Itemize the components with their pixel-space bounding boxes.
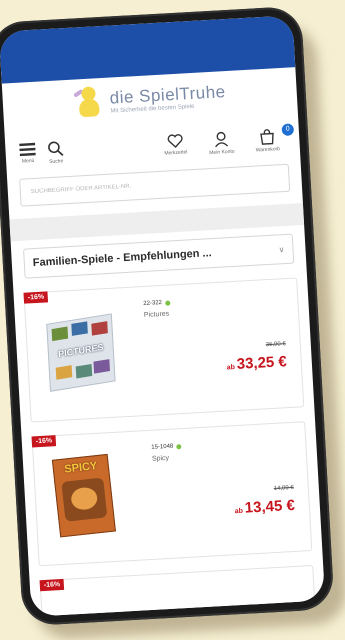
- search-input[interactable]: [28, 173, 289, 197]
- discount-badge: -16%: [39, 578, 65, 592]
- cart-label: Warenkorb: [255, 146, 281, 154]
- product-image[interactable]: PICTURES: [46, 311, 120, 395]
- account-button[interactable]: Mein Konto: [199, 130, 244, 156]
- menu-button[interactable]: Menü: [15, 142, 40, 167]
- search-button[interactable]: Suche: [43, 140, 68, 165]
- product-image[interactable]: SPICY: [51, 453, 128, 538]
- phone-frame: die SpielTruhe Mit Sicherheit die besten…: [0, 5, 335, 627]
- discount-badge: -16%: [23, 291, 49, 304]
- category-selected-label: Familien-Spiele - Empfehlungen ...: [32, 247, 212, 270]
- price-old: 14,99 €: [273, 484, 294, 493]
- product-card[interactable]: -16% SPICY 15-1048 Spicy 14,99 € ab 13,4…: [31, 421, 313, 567]
- product-sku: 15-1048: [151, 443, 174, 451]
- wishlist-button[interactable]: Merkzettel: [153, 133, 198, 159]
- mascot-icon: [73, 86, 105, 120]
- price-prefix: ab: [234, 507, 244, 516]
- menu-label: Menü: [21, 157, 35, 165]
- price-prefix: ab: [226, 364, 236, 372]
- discount-badge: -16%: [31, 435, 57, 448]
- heart-icon: [167, 134, 183, 148]
- product-card[interactable]: -16%: [39, 564, 316, 617]
- user-icon: [215, 131, 229, 148]
- phone-screen: die SpielTruhe Mit Sicherheit die besten…: [0, 15, 326, 617]
- box-title: PICTURES: [57, 341, 104, 360]
- cart-button[interactable]: 0 Warenkorb: [245, 123, 295, 154]
- cart-count-badge: 0: [281, 123, 295, 137]
- hamburger-icon: [19, 142, 36, 157]
- price-new: ab 33,25 €: [226, 353, 288, 373]
- price-amount: 13,45 €: [244, 496, 296, 517]
- search-label: Suche: [48, 158, 64, 166]
- product-name[interactable]: Pictures: [144, 311, 171, 319]
- price-new: ab 13,45 €: [234, 496, 296, 517]
- game-box-pictures: PICTURES: [46, 313, 116, 392]
- search-field[interactable]: [19, 163, 291, 207]
- in-stock-dot-icon: [164, 300, 171, 306]
- product-sku: 22-322: [143, 299, 163, 308]
- wishlist-label: Merkzettel: [164, 149, 188, 157]
- price-amount: 33,25 €: [236, 353, 288, 373]
- account-label: Mein Konto: [209, 148, 235, 157]
- in-stock-dot-icon: [176, 443, 182, 449]
- price-old: 36,90 €: [265, 341, 286, 349]
- shopping-bag-icon: [260, 129, 274, 145]
- category-select[interactable]: Familien-Spiele - Empfehlungen ... ∨: [23, 233, 295, 279]
- chevron-down-icon: ∨: [278, 244, 285, 254]
- search-icon: [48, 141, 64, 156]
- game-box-spicy: SPICY: [51, 453, 116, 538]
- product-card[interactable]: -16% PICTURES 22-322 Pictures 36,90 € ab…: [23, 277, 305, 423]
- product-name[interactable]: Spicy: [152, 454, 182, 463]
- box-title: SPICY: [63, 460, 98, 476]
